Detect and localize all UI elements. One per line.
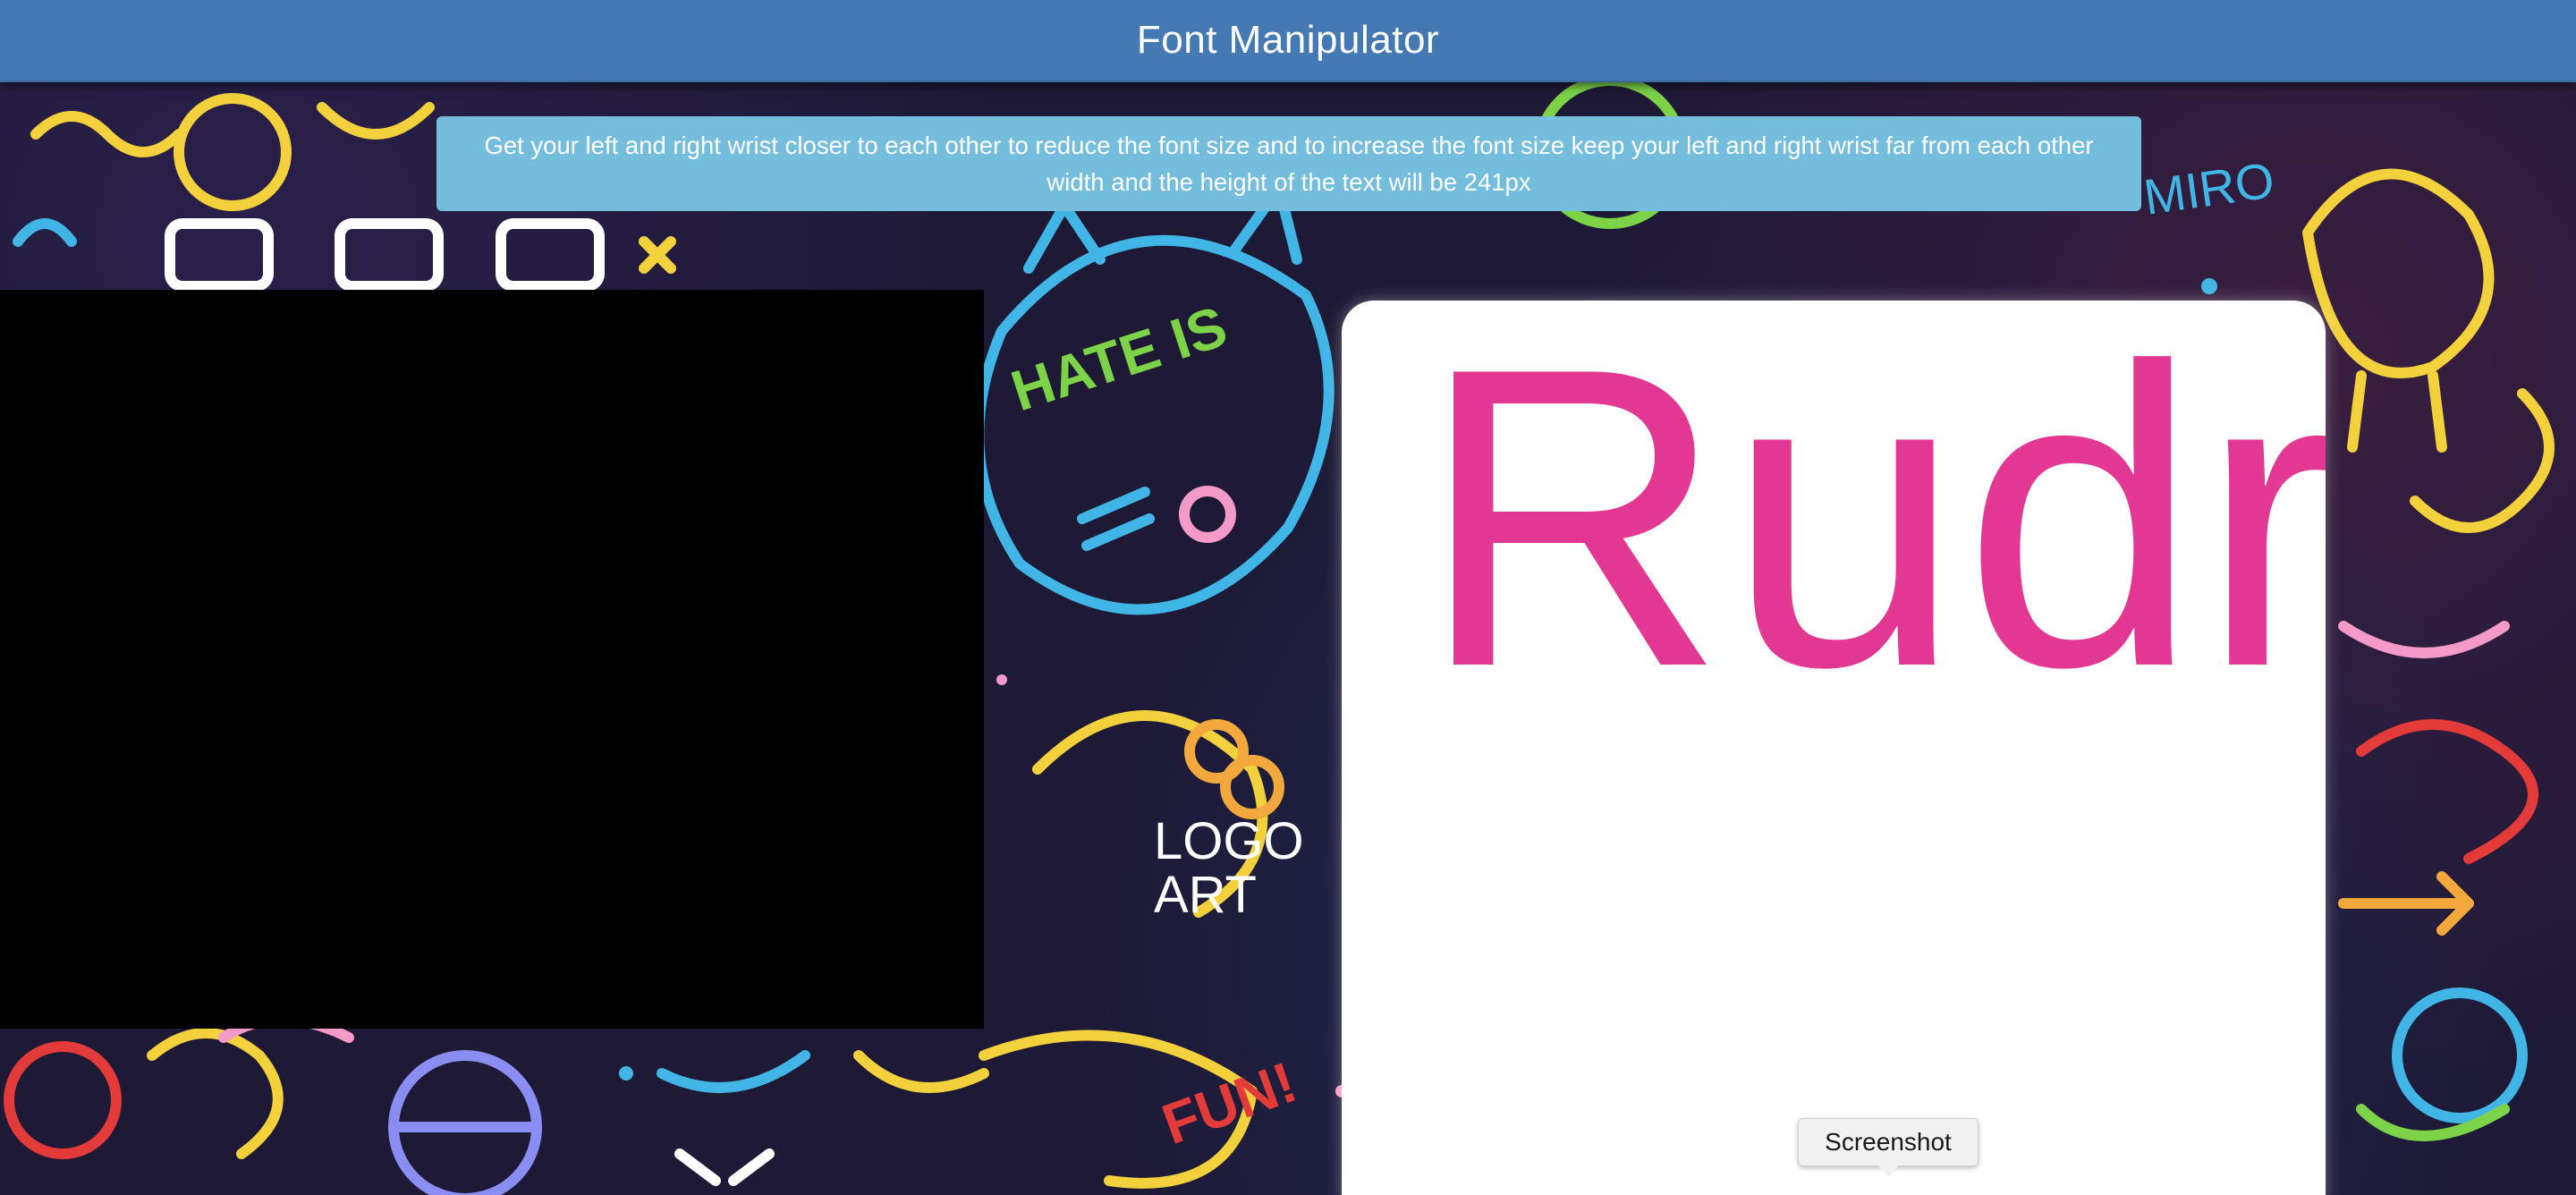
instructions-line-1: Get your left and right wrist closer to … <box>484 131 2094 159</box>
screenshot-tooltip-label: Screenshot <box>1825 1128 1952 1156</box>
screenshot-tooltip[interactable]: Screenshot <box>1798 1118 1979 1177</box>
app-navbar: Font Manipulator <box>0 0 2576 82</box>
webcam-video-feed <box>0 290 984 1029</box>
instructions-banner: Get your left and right wrist closer to … <box>436 116 2141 211</box>
instructions-text: Get your left and right wrist closer to … <box>484 127 2093 200</box>
tooltip-arrow <box>1877 1165 1899 1177</box>
text-preview-card: Rudr <box>1342 301 2326 1195</box>
svg-text:LOGO: LOGO <box>1154 812 1304 870</box>
svg-text:ART: ART <box>1154 866 1257 924</box>
svg-text:HATE IS: HATE IS <box>1004 293 1234 423</box>
instructions-line-2: width and the height of the text will be… <box>1046 168 1531 196</box>
preview-text: Rudr <box>1419 301 2326 755</box>
app-title: Font Manipulator <box>1136 18 1440 62</box>
svg-text:MIRO: MIRO <box>2140 151 2278 225</box>
